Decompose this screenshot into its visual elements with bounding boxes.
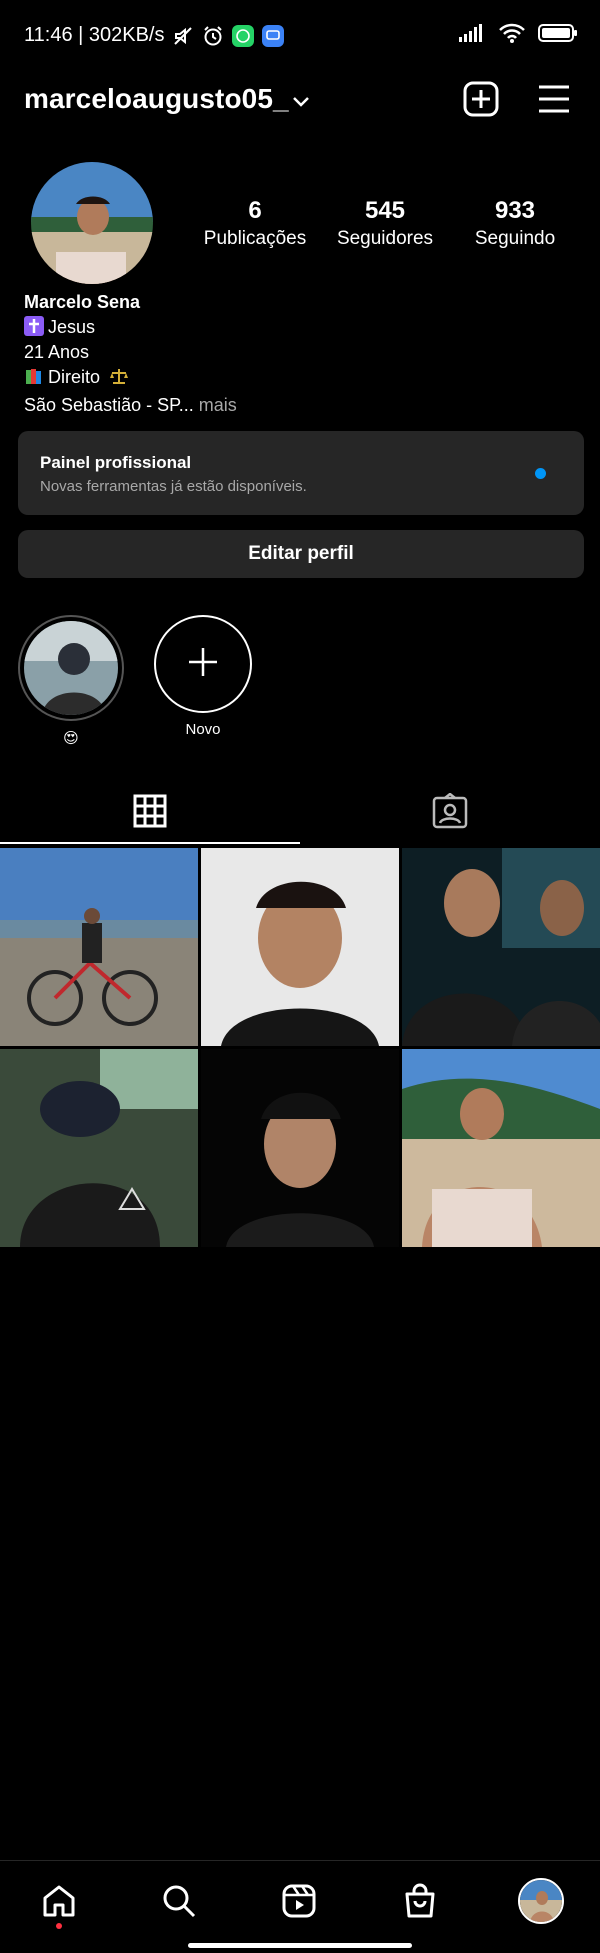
posts-grid <box>0 848 600 1247</box>
time-speed: 11:46 | 302KB/s <box>24 24 165 46</box>
display-name: Marcelo Sena <box>24 292 141 312</box>
active-tab-indicator <box>0 842 300 844</box>
highlight-ring <box>18 615 124 721</box>
following-count: 933 <box>494 197 536 224</box>
bio-more-link[interactable]: mais <box>194 395 237 415</box>
new-post-icon[interactable] <box>463 81 499 117</box>
posts-label: Publicações <box>203 228 307 249</box>
panel-title: Painel profissional <box>40 453 192 472</box>
bio-line2: 21 Anos <box>24 342 90 362</box>
cross-emoji-icon <box>24 316 44 336</box>
post-thumbnail[interactable] <box>0 848 198 1046</box>
post-thumbnail[interactable] <box>0 1049 198 1247</box>
shop-icon[interactable] <box>400 1881 440 1921</box>
followers-label: Seguidores <box>336 228 434 249</box>
tab-grid[interactable] <box>0 780 300 846</box>
post-thumbnail[interactable] <box>201 848 399 1046</box>
search-icon[interactable] <box>159 1881 199 1921</box>
home-indicator[interactable] <box>188 1943 412 1948</box>
status-left: 11:46 | 302KB/s <box>24 24 285 47</box>
bio-line3: Direito <box>48 367 101 387</box>
chevron-down-icon[interactable] <box>290 90 312 117</box>
messages-icon <box>262 24 285 47</box>
followers-count: 545 <box>364 197 406 224</box>
stat-followers[interactable]: 545 Seguidores <box>320 196 450 252</box>
reels-icon[interactable] <box>279 1881 319 1921</box>
highlight-label: 😍 <box>63 730 79 747</box>
new-highlight-circle <box>154 615 252 713</box>
home-notification-dot <box>56 1923 62 1929</box>
stat-posts[interactable]: 6 Publicações <box>190 196 320 252</box>
profile-avatar[interactable] <box>31 162 153 284</box>
wifi-icon <box>498 22 526 49</box>
books-emoji-icon <box>24 366 44 386</box>
battery-icon <box>538 22 578 49</box>
panel-subtitle: Novas ferramentas já estão disponíveis. <box>40 478 307 495</box>
edit-profile-button[interactable]: Editar perfil <box>18 530 584 578</box>
tab-tagged[interactable] <box>300 780 600 846</box>
profile-tabs <box>0 780 600 846</box>
post-thumbnail[interactable] <box>402 1049 600 1247</box>
signal-icon <box>458 23 486 48</box>
scales-emoji-icon <box>109 366 129 393</box>
profile-bio: Marcelo Sena Jesus 21 Anos Direito São S… <box>24 290 237 418</box>
status-right <box>458 22 578 49</box>
following-label: Seguindo <box>474 228 556 249</box>
bottom-navigation <box>0 1860 600 1953</box>
whatsapp-icon <box>232 24 255 47</box>
plus-icon <box>186 645 220 684</box>
mute-icon <box>172 25 194 47</box>
post-thumbnail[interactable] <box>201 1049 399 1247</box>
tagged-icon <box>432 791 468 834</box>
profile-stats: 6 Publicações 545 Seguidores 933 Seguind… <box>190 196 580 252</box>
new-highlight-label: Novo <box>185 721 221 738</box>
home-icon[interactable] <box>39 1881 79 1921</box>
grid-icon <box>133 794 167 833</box>
bio-line1: Jesus <box>48 317 96 337</box>
alarm-icon <box>202 25 224 47</box>
username-switcher[interactable]: marceloaugusto05_ <box>24 83 289 115</box>
posts-count: 6 <box>248 197 262 224</box>
bio-line-study: Direito <box>24 365 237 393</box>
post-thumbnail[interactable] <box>402 848 600 1046</box>
bio-location[interactable]: São Sebastião - SP... mais <box>24 393 237 418</box>
status-icons-left <box>172 24 285 47</box>
professional-dashboard[interactable]: Painel profissional Novas ferramentas já… <box>18 431 584 515</box>
profile-header: marceloaugusto05_ <box>0 70 600 130</box>
profile-avatar-nav[interactable] <box>518 1878 564 1924</box>
menu-icon[interactable] <box>536 83 572 115</box>
bio-line-faith: Jesus <box>24 315 237 340</box>
bio-line4: São Sebastião - SP... <box>24 395 194 415</box>
notification-dot <box>535 468 546 479</box>
stat-following[interactable]: 933 Seguindo <box>450 196 580 252</box>
status-bar: 11:46 | 302KB/s <box>0 0 600 70</box>
highlight-cover <box>24 621 118 715</box>
highlight-item[interactable]: 😍 <box>18 615 124 747</box>
new-highlight[interactable]: Novo <box>150 615 256 738</box>
